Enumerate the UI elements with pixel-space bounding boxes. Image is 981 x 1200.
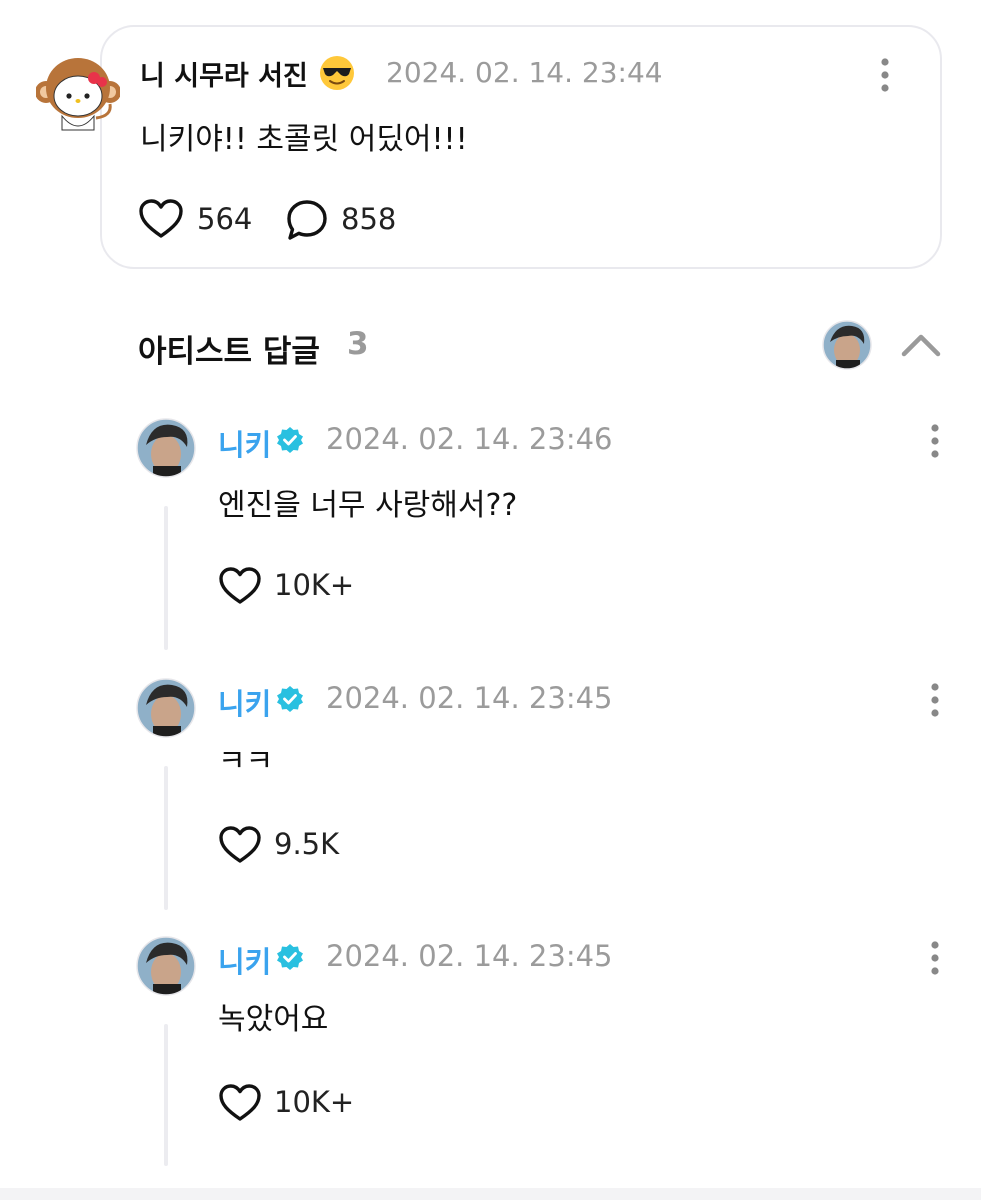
post-author-name[interactable]: 니 시무라 서진	[140, 54, 308, 93]
artist-replies-title: 아티스트 답글	[138, 334, 320, 370]
reply-author-name[interactable]: 니키	[218, 939, 271, 981]
fan-avatar[interactable]	[36, 52, 120, 136]
more-options-icon[interactable]	[920, 939, 950, 977]
reply-like-count: 9.5K	[274, 827, 340, 861]
chevron-up-icon[interactable]	[898, 330, 944, 360]
heart-outline-icon[interactable]	[218, 825, 262, 865]
more-options-icon[interactable]	[920, 422, 950, 460]
like-count: 564	[197, 202, 253, 236]
thread-line	[164, 506, 168, 650]
reply-author-name[interactable]: 니키	[218, 681, 271, 723]
artist-avatar[interactable]	[136, 678, 196, 738]
reply-content: 녹았어요	[218, 1002, 329, 1037]
verified-badge-icon	[277, 686, 303, 712]
verified-badge-icon	[277, 427, 303, 453]
more-options-icon[interactable]	[870, 56, 900, 94]
reply-timestamp: 2024. 02. 14. 23:45	[326, 939, 613, 973]
bottom-divider	[0, 1188, 981, 1200]
heart-outline-icon[interactable]	[138, 198, 184, 240]
reply-like-count: 10K+	[274, 1085, 355, 1119]
comment-count: 858	[341, 202, 397, 236]
heart-outline-icon[interactable]	[218, 566, 262, 606]
thread-line	[164, 1024, 168, 1166]
heart-outline-icon[interactable]	[218, 1083, 262, 1123]
verified-badge-icon	[277, 944, 303, 970]
reply-author-name[interactable]: 니키	[218, 422, 271, 464]
comment-bubble-icon[interactable]	[285, 198, 329, 242]
artist-replies-count: 3	[347, 326, 369, 362]
reply-timestamp: 2024. 02. 14. 23:45	[326, 681, 613, 715]
artist-avatar[interactable]	[136, 418, 196, 478]
reply-like-count: 10K+	[274, 568, 355, 602]
artist-avatar[interactable]	[136, 936, 196, 996]
sunglasses-emoji-icon	[320, 56, 354, 90]
thread-line	[164, 766, 168, 910]
post-content: 니키야!! 초콜릿 어딨어!!!	[140, 122, 468, 157]
reply-content: 엔진을 너무 사랑해서??	[218, 488, 518, 523]
reply-content: ㅋㅋ	[218, 744, 274, 779]
reply-timestamp: 2024. 02. 14. 23:46	[326, 422, 613, 456]
more-options-icon[interactable]	[920, 681, 950, 719]
post-timestamp: 2024. 02. 14. 23:44	[386, 56, 663, 89]
artist-avatar[interactable]	[822, 320, 872, 370]
